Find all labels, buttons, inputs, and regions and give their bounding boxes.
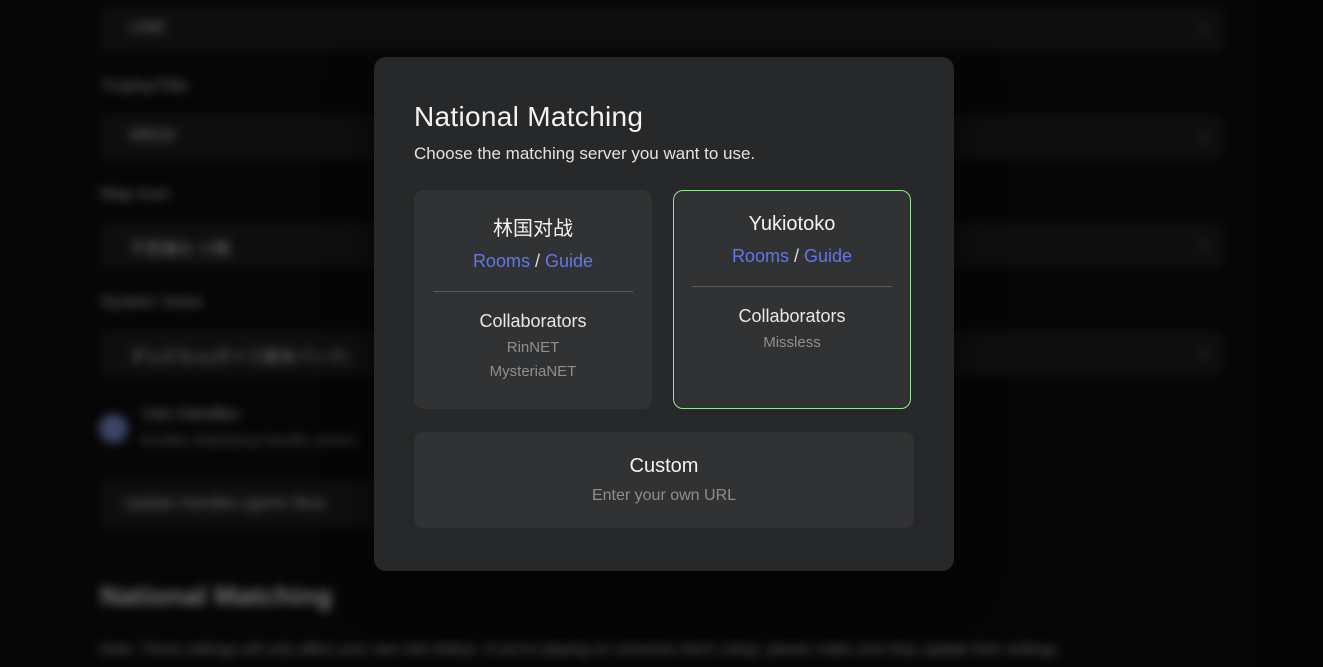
server-name: 林国对战 [414, 212, 652, 241]
server-card-linguoduizhan[interactable]: 林国对战 Rooms / Guide Collaborators RinNET … [414, 190, 652, 409]
collaborators-label: Collaborators [414, 311, 652, 332]
collaborators-label: Collaborators [674, 306, 910, 327]
collaborator-name: RinNET [414, 339, 652, 356]
custom-card-subtitle: Enter your own URL [592, 487, 736, 505]
modal-title: National Matching [414, 101, 914, 133]
collaborator-name: MysteriaNET [414, 363, 652, 380]
server-card-yukiotoko-selected[interactable]: Yukiotoko Rooms / Guide Collaborators Mi… [673, 190, 911, 409]
rooms-link[interactable]: Rooms [732, 246, 789, 266]
rooms-link[interactable]: Rooms [473, 251, 530, 271]
custom-card-title: Custom [630, 455, 699, 478]
guide-link[interactable]: Guide [804, 246, 852, 266]
custom-server-card[interactable]: Custom Enter your own URL [414, 432, 914, 528]
modal-subtitle: Choose the matching server you want to u… [414, 144, 914, 164]
collaborator-name: Missless [674, 334, 910, 351]
server-name: Yukiotoko [674, 213, 910, 236]
card-divider [692, 286, 892, 287]
server-links: Rooms / Guide [674, 246, 910, 267]
link-separator: / [794, 246, 799, 266]
server-links: Rooms / Guide [414, 251, 652, 272]
server-cards-row: 林国对战 Rooms / Guide Collaborators RinNET … [414, 190, 914, 409]
card-divider [433, 291, 633, 292]
link-separator: / [535, 251, 540, 271]
guide-link[interactable]: Guide [545, 251, 593, 271]
national-matching-modal: National Matching Choose the matching se… [374, 57, 954, 571]
